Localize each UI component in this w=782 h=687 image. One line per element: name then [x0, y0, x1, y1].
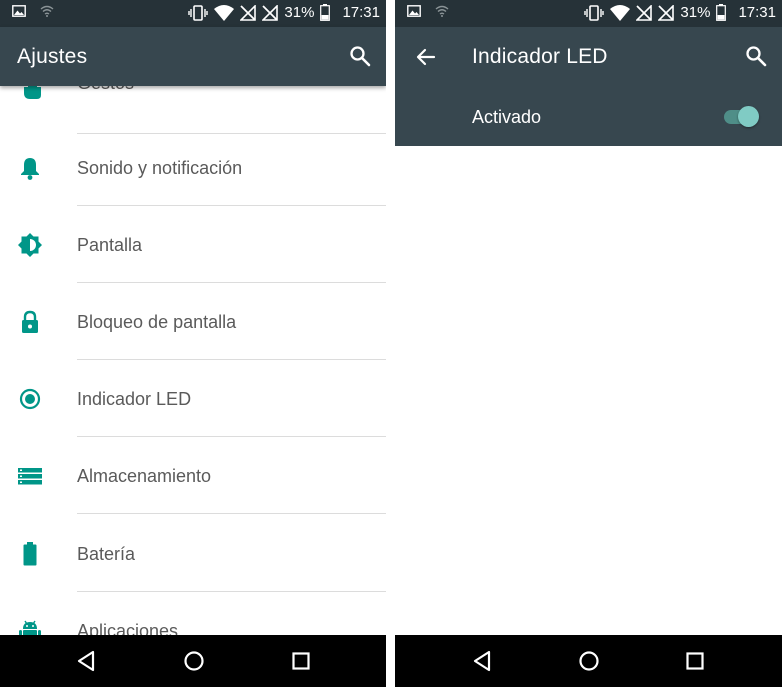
navigation-bar — [0, 635, 386, 687]
settings-screen: 31% 17:31 Ajustes Gestos Sonido y notifi… — [0, 0, 386, 687]
battery-status-icon — [716, 4, 727, 21]
settings-item-pantalla[interactable]: Pantalla — [0, 206, 386, 283]
battery-status-icon — [320, 4, 331, 21]
search-icon[interactable] — [744, 44, 768, 68]
battery-percent: 31% — [284, 4, 315, 21]
settings-item-bateria[interactable]: Batería — [0, 515, 386, 592]
wifi-signal-icon — [214, 4, 235, 21]
battery-percent: 31% — [680, 4, 711, 21]
page-title: Indicador LED — [472, 45, 608, 68]
clock: 17:31 — [342, 4, 380, 21]
settings-item-indicador-led[interactable]: Indicador LED — [0, 360, 386, 437]
image-notification-icon — [12, 5, 26, 17]
brightness-icon — [18, 233, 42, 257]
navigation-bar — [395, 635, 782, 687]
no-signal-icon — [240, 4, 257, 21]
back-arrow-icon[interactable] — [414, 45, 438, 69]
no-signal-icon — [636, 4, 653, 21]
wifi-notification-icon — [40, 5, 54, 17]
led-indicator-icon — [19, 388, 41, 410]
screen-separator — [386, 0, 395, 687]
clock: 17:31 — [738, 4, 776, 21]
master-switch-bar[interactable]: Activado — [395, 86, 782, 146]
search-icon[interactable] — [348, 44, 372, 68]
led-indicator-screen: 31% 17:31 Indicador LED Activado — [395, 0, 782, 687]
settings-item-gestos[interactable]: Gestos — [0, 86, 386, 134]
switch-label: Activado — [472, 107, 542, 127]
lock-icon — [22, 310, 38, 333]
no-sim-icon — [658, 4, 675, 21]
page-title: Ajustes — [17, 45, 88, 68]
back-nav-icon[interactable] — [76, 650, 96, 672]
divider — [77, 513, 386, 514]
storage-icon — [18, 468, 42, 485]
gesture-hand-icon — [24, 86, 41, 99]
back-nav-icon[interactable] — [472, 650, 492, 672]
bell-icon — [21, 158, 39, 180]
status-bar: 31% 17:31 — [395, 0, 782, 27]
battery-icon — [23, 542, 37, 566]
status-bar: 31% 17:31 — [0, 0, 386, 27]
home-nav-icon[interactable] — [183, 650, 205, 672]
settings-item-bloqueo[interactable]: Bloqueo de pantalla — [0, 283, 386, 360]
app-bar: Ajustes — [0, 27, 386, 86]
vibrate-icon — [584, 4, 605, 21]
no-sim-icon — [262, 4, 279, 21]
settings-item-aplicaciones[interactable]: Aplicaciones — [0, 592, 386, 635]
settings-item-sonido[interactable]: Sonido y notificación — [0, 129, 386, 206]
led-toggle-switch[interactable] — [724, 105, 760, 127]
wifi-notification-icon — [435, 5, 449, 17]
image-notification-icon — [407, 5, 421, 17]
recents-nav-icon[interactable] — [291, 650, 311, 672]
app-bar: Indicador LED — [395, 27, 782, 86]
toggle-thumb — [738, 106, 759, 127]
vibrate-icon — [188, 4, 209, 21]
recents-nav-icon[interactable] — [685, 650, 705, 672]
settings-item-almacenamiento[interactable]: Almacenamiento — [0, 437, 386, 514]
settings-list: Gestos Sonido y notificación Pantalla Bl… — [0, 86, 386, 635]
android-icon — [19, 620, 41, 635]
home-nav-icon[interactable] — [578, 650, 600, 672]
wifi-signal-icon — [610, 4, 631, 21]
